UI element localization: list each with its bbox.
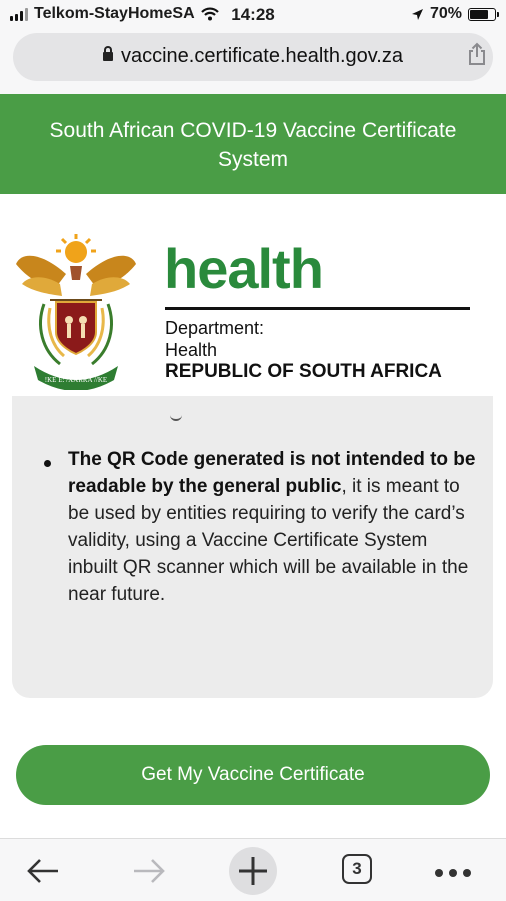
share-icon[interactable] bbox=[466, 42, 488, 66]
wordmark-divider bbox=[165, 307, 470, 310]
get-certificate-button[interactable]: Get My Vaccine Certificate bbox=[16, 745, 490, 805]
browser-address-area: vaccine.certificate.health.gov.za bbox=[0, 30, 506, 94]
bullet-point bbox=[44, 460, 51, 467]
status-bar: Telkom-StayHomeSA 14:28 70% bbox=[0, 0, 506, 30]
more-dots-icon[interactable] bbox=[435, 869, 471, 877]
tab-switcher-icon[interactable]: 3 bbox=[342, 854, 372, 884]
new-tab-plus-icon[interactable] bbox=[228, 846, 278, 896]
qr-notice-text: The QR Code generated is not intended to… bbox=[68, 446, 480, 608]
address-text-row: vaccine.certificate.health.gov.za bbox=[13, 45, 493, 68]
site-header: South African COVID-19 Vaccine Certifica… bbox=[0, 94, 506, 194]
svg-text:!KE E: /XARRA //KE: !KE E: /XARRA //KE bbox=[45, 376, 107, 384]
back-arrow-icon[interactable] bbox=[22, 851, 66, 891]
coat-of-arms-icon: !KE E: /XARRA //KE bbox=[16, 234, 136, 390]
health-wordmark: health bbox=[164, 237, 324, 300]
country-label: REPUBLIC OF SOUTH AFRICA bbox=[165, 361, 442, 382]
info-card: The QR Code generated is not intended to… bbox=[12, 396, 493, 698]
department-line-2: Health bbox=[165, 340, 218, 360]
forward-arrow-icon[interactable] bbox=[126, 851, 170, 891]
department-label: Department: Health bbox=[165, 317, 264, 361]
battery-percent: 70% bbox=[429, 5, 462, 22]
department-logo: !KE E: /XARRA //KE health Department: He… bbox=[0, 194, 506, 422]
department-line-1: Department: bbox=[165, 318, 265, 338]
clipped-text-fragment bbox=[170, 413, 182, 421]
address-bar[interactable]: vaccine.certificate.health.gov.za bbox=[13, 33, 493, 81]
status-right-group: 70% bbox=[411, 5, 499, 23]
location-icon bbox=[411, 8, 423, 20]
url-text: vaccine.certificate.health.gov.za bbox=[120, 45, 403, 67]
battery-icon bbox=[468, 7, 499, 21]
site-title: South African COVID-19 Vaccine Certifica… bbox=[49, 119, 457, 171]
lock-icon bbox=[102, 46, 113, 61]
browser-toolbar: 3 bbox=[0, 838, 506, 901]
